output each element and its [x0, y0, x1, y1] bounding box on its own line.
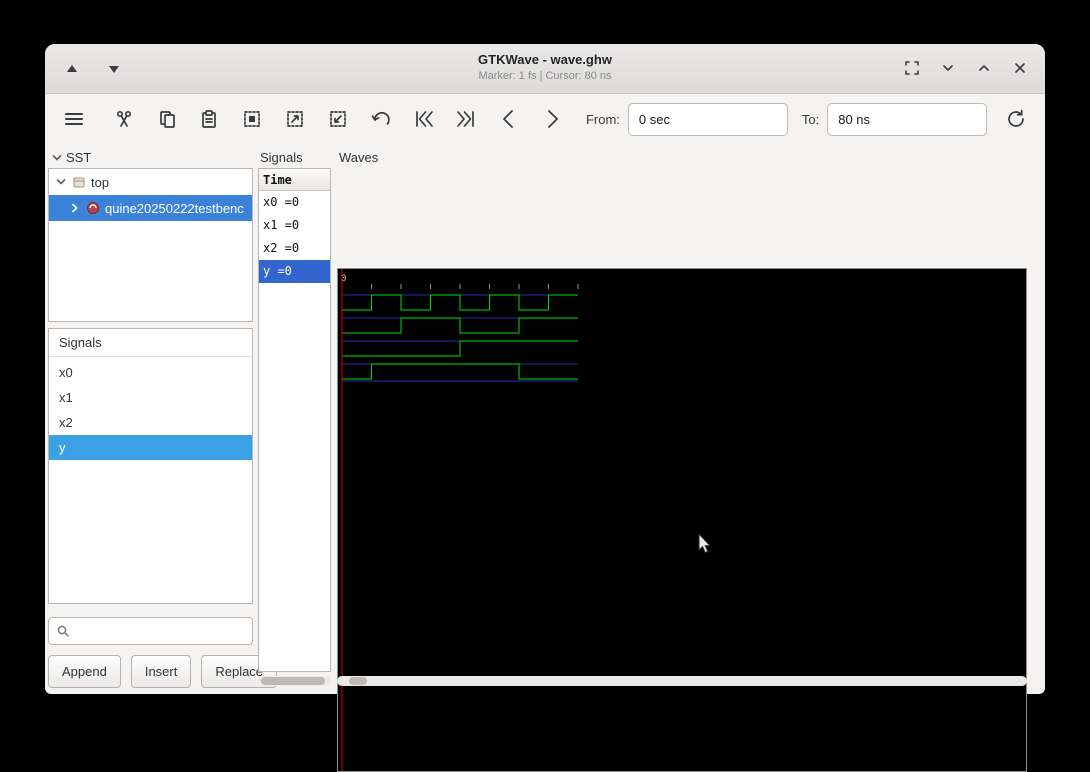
scrollbar-thumb[interactable]	[349, 677, 367, 685]
copy-icon[interactable]	[152, 104, 182, 134]
from-label: From:	[586, 112, 620, 127]
sst-section-header[interactable]: SST	[51, 150, 91, 165]
signal-list-item[interactable]: x1	[49, 385, 252, 410]
signal-list-item[interactable]: x0	[49, 360, 252, 385]
sst-tree: top quine20250222testbenc	[48, 168, 253, 322]
time-column-header[interactable]: Time	[259, 169, 330, 191]
search-input[interactable]	[70, 618, 252, 644]
signals-panel-header: Signals	[49, 329, 252, 357]
waveform-plot: 0	[338, 269, 1026, 771]
append-button[interactable]: Append	[48, 655, 121, 688]
skip-to-start-icon[interactable]	[409, 104, 439, 134]
wave-name-row[interactable]: x1 =0	[259, 214, 330, 237]
window-title: GTKWave - wave.ghw	[45, 52, 1045, 67]
maximize-icon[interactable]	[973, 57, 995, 79]
to-input[interactable]	[827, 103, 987, 136]
main-content: SST top quine20250222testbenc	[45, 144, 1045, 692]
wave-name-row-selected[interactable]: y =0	[259, 260, 330, 283]
signal-search[interactable]	[48, 617, 253, 645]
from-input[interactable]	[628, 103, 788, 136]
titlebar-arrow-up-icon[interactable]	[61, 58, 83, 80]
wave-names-tab[interactable]: Signals	[260, 150, 303, 165]
tree-node-label: quine20250222testbenc	[105, 201, 244, 216]
zoom-undo-icon[interactable]	[366, 104, 396, 134]
signals-panel: Signals x0 x1 x2 y	[48, 328, 253, 604]
cut-icon[interactable]	[109, 104, 139, 134]
wave-canvas[interactable]: 0	[337, 268, 1027, 772]
zoom-fit-icon[interactable]	[237, 104, 267, 134]
menu-icon[interactable]	[59, 104, 89, 134]
close-icon[interactable]	[1009, 57, 1031, 79]
insert-button[interactable]: Insert	[131, 655, 192, 688]
zoom-in-icon[interactable]	[280, 104, 310, 134]
skip-to-end-icon[interactable]	[451, 104, 481, 134]
action-buttons: Append Insert Replace	[48, 655, 287, 688]
minimize-icon[interactable]	[937, 57, 959, 79]
titlebar-arrow-down-icon[interactable]	[103, 58, 125, 80]
component-icon	[86, 201, 100, 215]
search-icon	[56, 624, 70, 638]
paste-icon[interactable]	[194, 104, 224, 134]
shift-left-icon[interactable]	[494, 104, 524, 134]
scrollbar-thumb[interactable]	[261, 677, 325, 685]
waves-tab[interactable]: Waves	[339, 150, 378, 165]
sst-label: SST	[66, 150, 91, 165]
tree-node-label: top	[91, 175, 109, 190]
signal-list-item[interactable]: x2	[49, 410, 252, 435]
wave-name-row[interactable]: x0 =0	[259, 191, 330, 214]
zoom-out-icon[interactable]	[323, 104, 353, 134]
restore-icon[interactable]	[901, 57, 923, 79]
gtkwave-window: GTKWave - wave.ghw Marker: 1 fs | Cursor…	[45, 44, 1045, 694]
wave-names-panel: Time x0 =0 x1 =0 x2 =0 y =0	[258, 168, 331, 672]
shift-right-icon[interactable]	[537, 104, 567, 134]
wave-names-hscrollbar[interactable]	[258, 676, 331, 686]
to-label: To:	[802, 112, 819, 127]
mouse-pointer	[698, 534, 714, 556]
wave-name-row[interactable]: x2 =0	[259, 237, 330, 260]
tree-node-testbench[interactable]: quine20250222testbenc	[49, 195, 252, 221]
waves-hscrollbar[interactable]	[337, 676, 1027, 686]
reload-icon[interactable]	[1001, 104, 1031, 134]
tree-node-top[interactable]: top	[49, 169, 252, 195]
toolbar: From: To:	[45, 94, 1045, 144]
titlebar[interactable]: GTKWave - wave.ghw Marker: 1 fs | Cursor…	[45, 44, 1045, 94]
window-status-line: Marker: 1 fs | Cursor: 80 ns	[45, 70, 1045, 82]
module-icon	[72, 175, 86, 189]
signal-list-item-selected[interactable]: y	[49, 435, 252, 460]
